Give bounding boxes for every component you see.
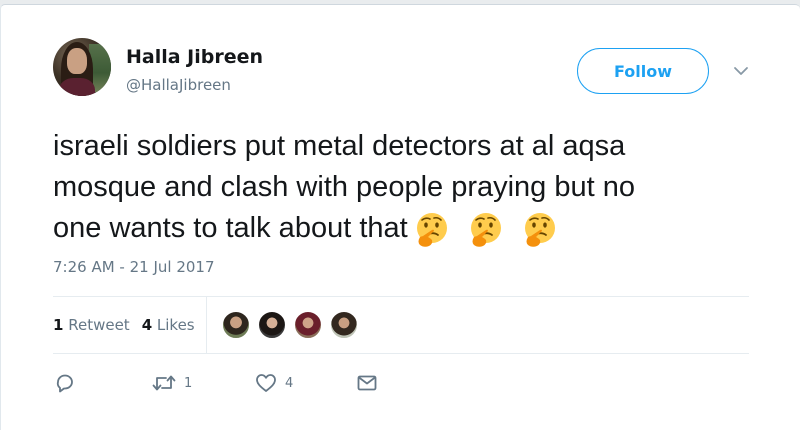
reply-action[interactable] [54,372,76,394]
liker-avatar[interactable] [258,311,286,339]
tweet-line: one wants to talk about that [53,208,753,250]
likes-count: 4 [141,316,153,334]
author-avatar[interactable] [53,38,111,96]
follow-button[interactable]: Follow [577,48,709,94]
stats-separator [206,297,207,353]
author-name[interactable]: Halla Jibreen [126,46,263,68]
emoji-group [414,209,568,250]
avatar-face [67,48,87,74]
avatar-body [59,78,95,96]
retweet-action[interactable]: 1 [152,372,192,394]
tweet-timestamp[interactable]: 7:26 AM - 21 Jul 2017 [53,258,215,276]
tweet-text: israeli soldiers put metal detectors at … [53,126,753,250]
retweet-icon [152,375,176,391]
envelope-icon [357,375,377,391]
retweet-stat-label: Retweet [68,316,130,334]
author-handle[interactable]: @HallaJibreen [126,76,231,94]
liker-avatar[interactable] [330,311,358,339]
liker-avatar[interactable] [294,311,322,339]
thinking-face-emoji-icon [524,213,555,247]
likes-stat[interactable]: 4 Likes [142,316,195,334]
chevron-down-icon[interactable] [732,64,750,78]
retweet-count: 1 [53,316,64,334]
like-action[interactable]: 4 [255,372,293,394]
like-action-count: 4 [285,375,294,391]
thinking-face-emoji-icon [470,213,501,247]
message-action[interactable] [356,372,378,394]
heart-icon [256,374,276,392]
reply-icon [56,374,73,393]
follow-button-label: Follow [613,61,672,81]
tweet-line: mosque and clash with people praying but… [53,171,635,203]
tweet-line: israeli soldiers put metal detectors at … [53,130,626,162]
thinking-face-emoji-icon [416,213,447,247]
engagement-stats: 1 Retweet 4 Likes [53,316,195,334]
liker-avatar[interactable] [222,311,250,339]
divider [53,296,749,297]
likes-stat-label: Likes [156,316,195,334]
retweet-action-count: 1 [184,375,193,391]
retweet-stat[interactable]: 1 Retweet [53,316,130,334]
divider [53,353,749,354]
tweet-line-text: one wants to talk about that [53,212,408,244]
